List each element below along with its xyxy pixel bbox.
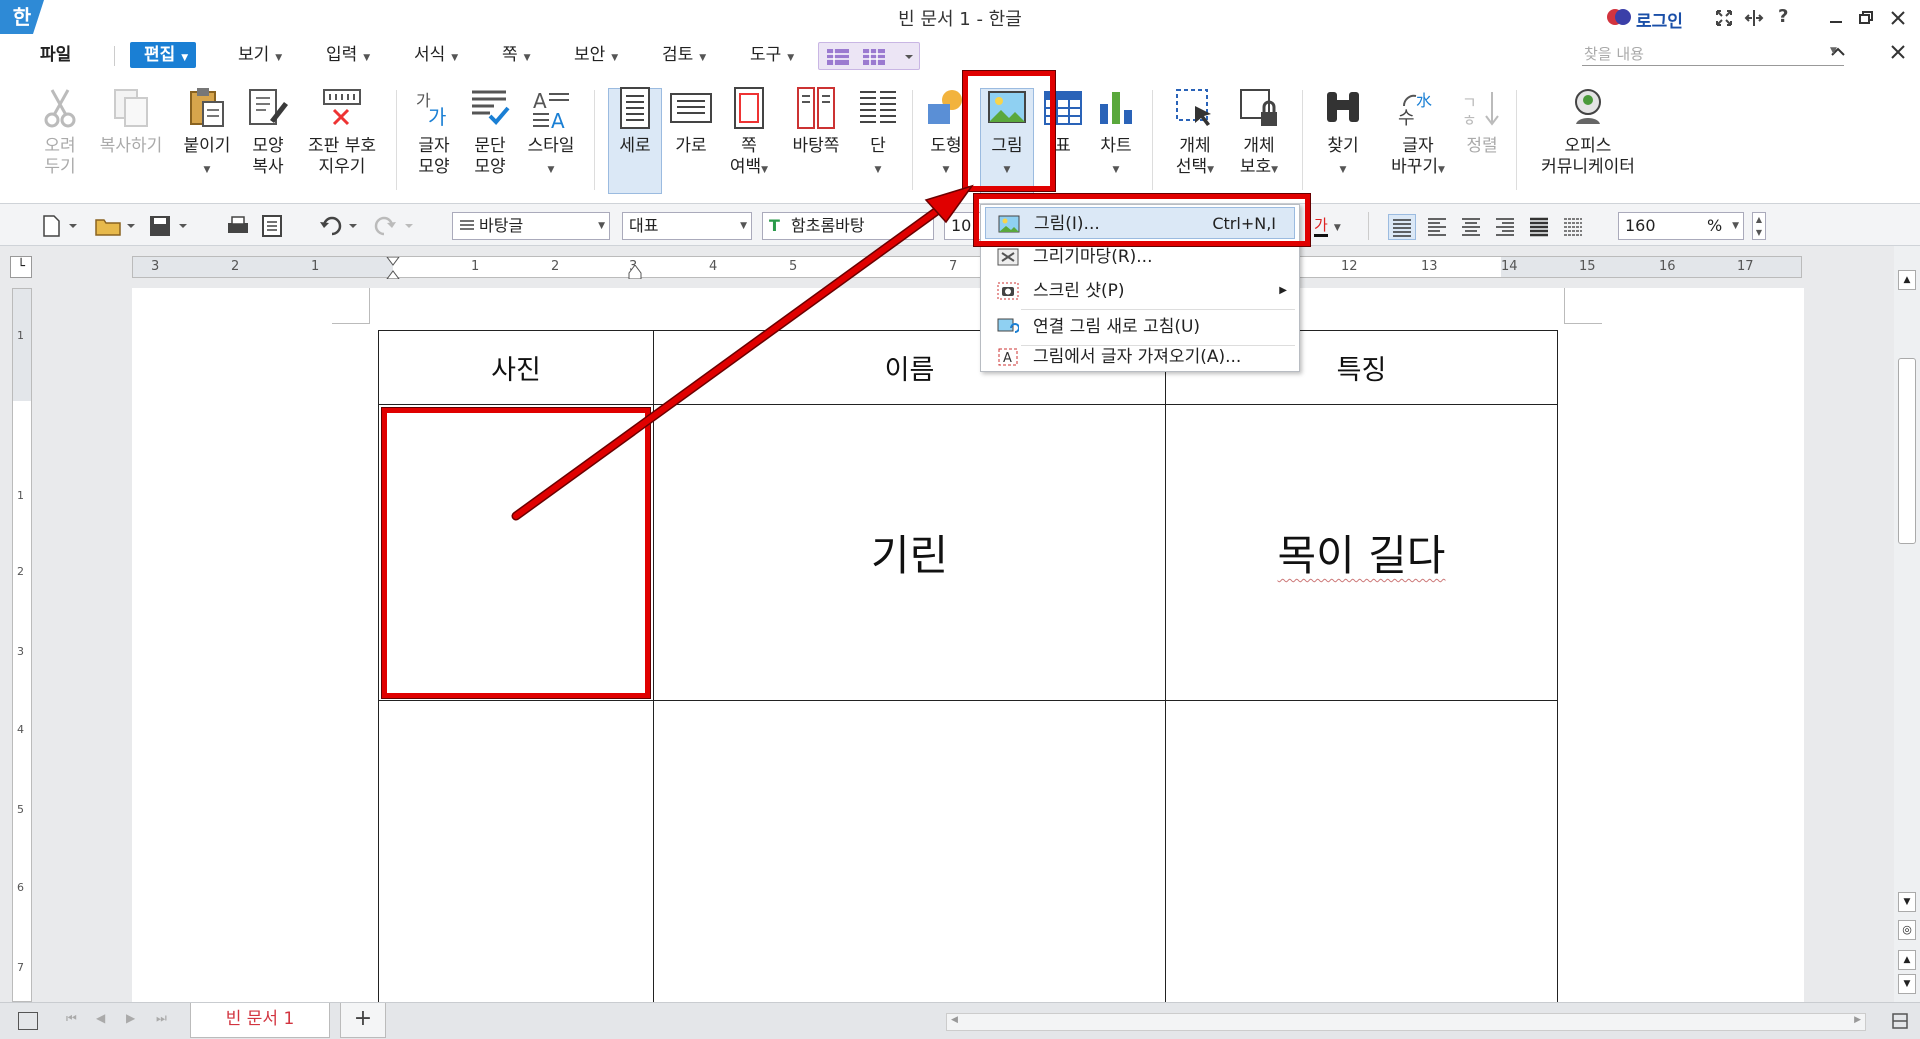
annotation-arrow [511,184,974,521]
